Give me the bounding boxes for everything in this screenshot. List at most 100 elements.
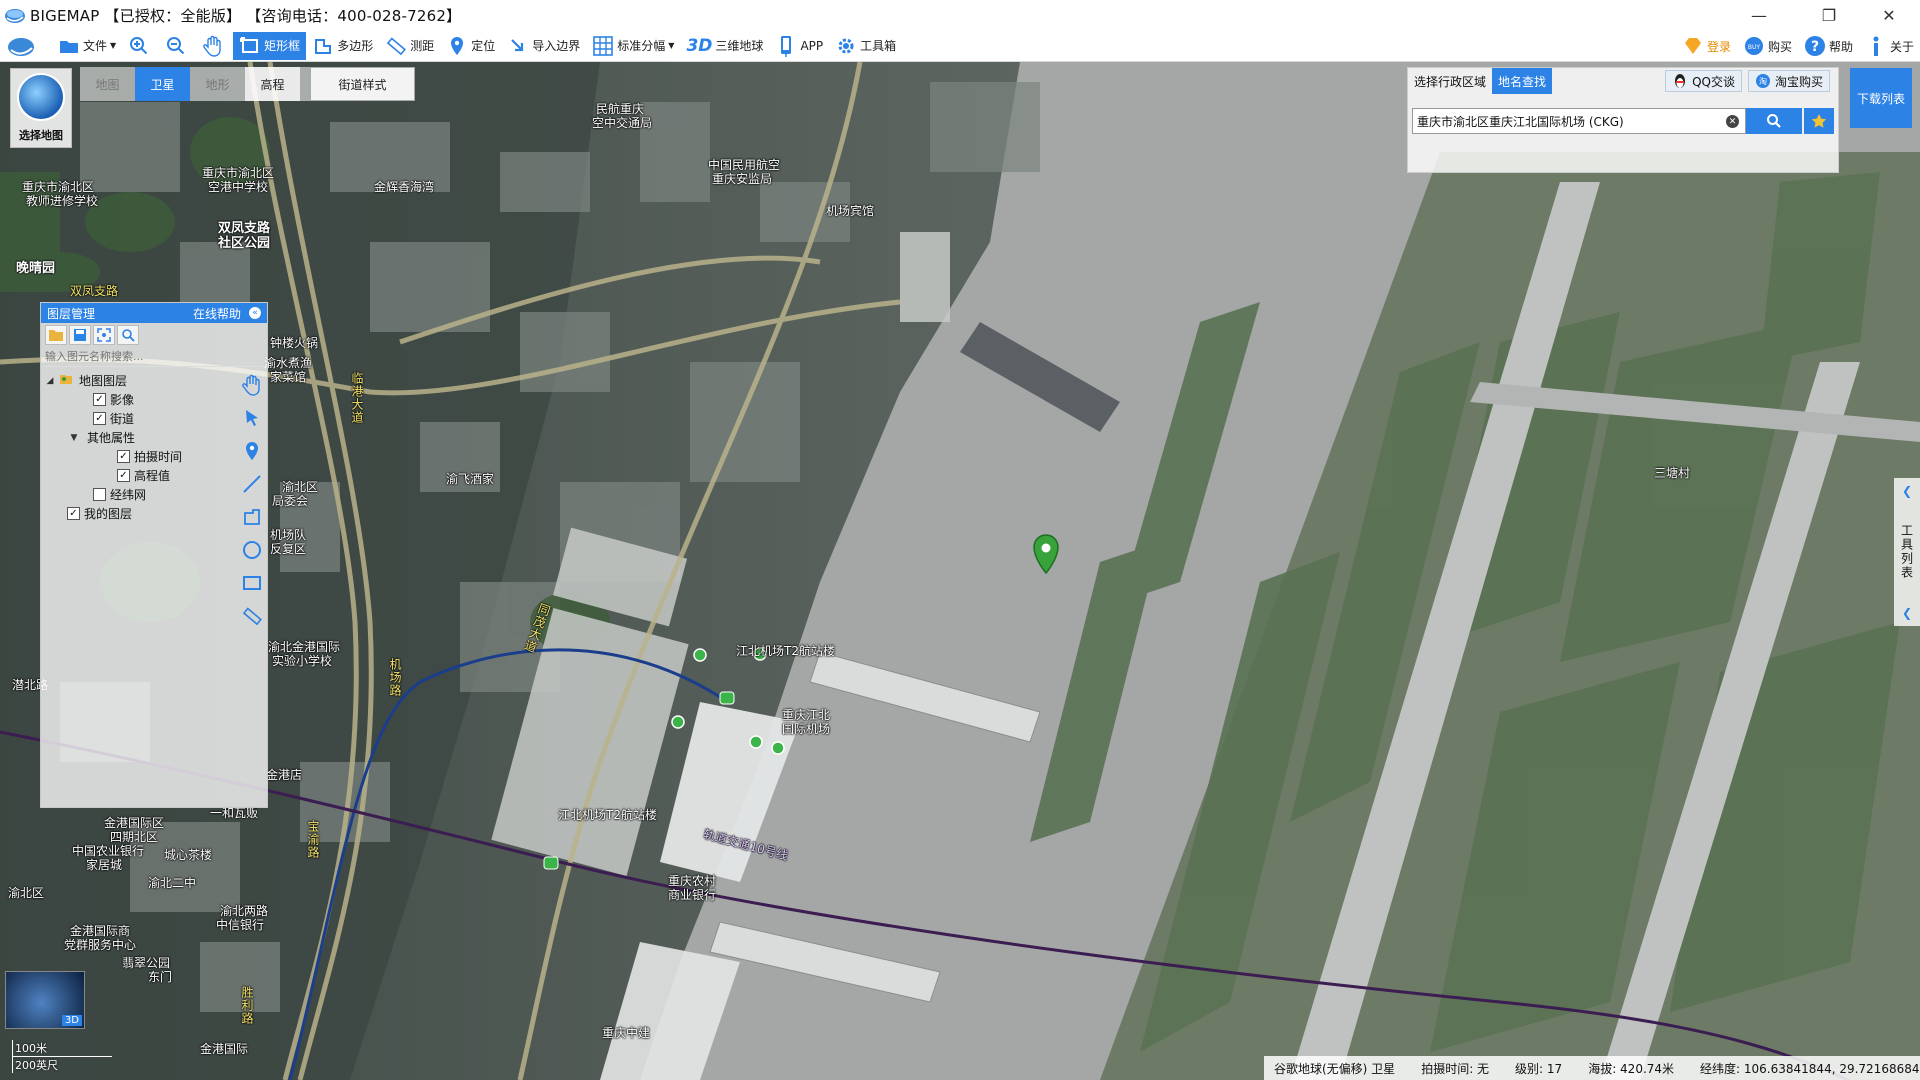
bigemap-cloud-icon[interactable] [0, 32, 52, 60]
file-menu[interactable]: 文件 ▼ [52, 32, 122, 60]
3d-globe-button[interactable]: 3D 三维地球 [680, 32, 769, 60]
line-icon[interactable] [240, 472, 264, 496]
map-label: 双凤支路 [70, 284, 119, 298]
polygon-icon[interactable] [240, 505, 264, 529]
minimize-button[interactable]: — [1736, 0, 1782, 30]
map-label: 实验小学校 [272, 654, 333, 668]
app-window: BIGEMAP 【已授权：全能版】 【咨询电话：400-028-7262】 — … [0, 0, 1920, 1080]
layer-search-input[interactable] [45, 350, 235, 363]
fit-extent-icon[interactable] [93, 325, 115, 345]
globe-icon [17, 73, 65, 121]
restore-button[interactable]: ❐ [1806, 0, 1852, 30]
tree-node-elevation[interactable]: ✓ 高程值 [41, 466, 236, 485]
collapse-arrow-icon[interactable]: ◢ [45, 376, 55, 386]
imagery-checkbox[interactable]: ✓ [93, 393, 106, 406]
favorite-button[interactable] [1804, 108, 1834, 134]
shot-time-checkbox[interactable]: ✓ [117, 450, 130, 463]
standard-sheet-button[interactable]: 标准分幅 ▼ [586, 32, 680, 60]
rectangle-select-button[interactable]: 矩形框 [233, 31, 307, 60]
tab-select-region[interactable]: 选择行政区域 [1408, 68, 1492, 94]
streets-checkbox[interactable]: ✓ [93, 412, 106, 425]
collapse-arrow-icon[interactable]: ▼ [69, 433, 79, 443]
minimap-3d-badge[interactable]: 3D [61, 1015, 82, 1026]
chevron-left-icon[interactable]: ❮ [1902, 484, 1912, 498]
tab-elevation[interactable]: 高程 [245, 67, 300, 101]
app-button[interactable]: APP [769, 32, 829, 60]
chevron-left-icon[interactable]: ❮ [1902, 606, 1912, 620]
select-map-button[interactable]: 选择地图 [10, 68, 72, 148]
zoom-in-button[interactable] [122, 32, 159, 60]
measure-button[interactable]: 测距 [379, 32, 440, 60]
info-icon [1865, 35, 1887, 57]
tree-node-my-layers[interactable]: ✓ 我的图层 [41, 504, 236, 523]
circle-icon[interactable] [240, 538, 264, 562]
tab-satellite[interactable]: 卫星 [135, 67, 190, 101]
map-canvas[interactable]: 重庆市渝北区 教师进修学校 重庆市渝北区 空港中学校 金辉香海湾 民航重庆 空中… [0, 62, 1920, 1080]
main-toolbar: 文件 ▼ 矩形框 多边形 测距 定位 导入边界 标准分幅 ▼ 3D 三维地球 A… [0, 30, 1920, 62]
hand-icon[interactable] [240, 373, 264, 397]
qq-chat-button[interactable]: QQ交谈 [1665, 70, 1742, 92]
my-layers-checkbox[interactable]: ✓ [67, 507, 80, 520]
map-label: 重庆市渝北区 [202, 166, 275, 180]
search-icon[interactable] [117, 325, 139, 345]
tab-terrain[interactable]: 地形 [190, 67, 245, 101]
drawing-tools [237, 371, 267, 671]
buy-button[interactable]: BUY 购买 [1737, 32, 1798, 60]
toolbox-button[interactable]: 工具箱 [829, 32, 902, 60]
download-list-button[interactable]: 下载列表 [1850, 68, 1912, 128]
graticule-checkbox[interactable] [93, 488, 106, 501]
about-button[interactable]: 关于 [1859, 32, 1920, 60]
scale-imperial: 200英尺 [12, 1057, 72, 1073]
close-button[interactable]: ✕ [1866, 0, 1912, 30]
scale-bar: 100米 200英尺 [12, 1040, 112, 1073]
map-label: 商业银行 [668, 888, 717, 902]
tab-place-search[interactable]: 地名查找 [1492, 68, 1553, 94]
save-icon[interactable] [69, 325, 91, 345]
status-elevation: 海拔: 420.74米 [1588, 1061, 1675, 1076]
ruler-icon[interactable] [240, 604, 264, 628]
3d-icon: 3D [686, 35, 713, 56]
help-button[interactable]: ? 帮助 [1798, 32, 1859, 60]
clear-icon[interactable]: ✕ [1726, 115, 1739, 128]
map-label: 渝北金港国际 [268, 640, 341, 654]
taobao-buy-button[interactable]: 淘 淘宝购买 [1747, 70, 1830, 92]
map-label: 局委会 [272, 494, 309, 508]
tool-list-sidebar[interactable]: ❮ 工具列表 ❮ [1894, 478, 1920, 626]
diamond-icon [1682, 35, 1704, 57]
online-help-link[interactable]: 在线帮助 [193, 305, 241, 322]
tree-node-graticule[interactable]: 经纬网 [41, 485, 236, 504]
elevation-checkbox[interactable]: ✓ [117, 469, 130, 482]
open-folder-icon[interactable] [45, 325, 67, 345]
marker-icon[interactable] [240, 439, 264, 463]
polygon-button[interactable]: 多边形 [306, 32, 379, 60]
status-shot-time: 拍摄时间: 无 [1421, 1061, 1490, 1076]
tree-node-shot-time[interactable]: ✓ 拍摄时间 [41, 447, 236, 466]
tree-node-map-layers[interactable]: ◢ 地图图层 [41, 371, 236, 390]
layers-folder-icon [59, 373, 75, 388]
tree-node-other-attributes[interactable]: ▼ 其他属性 [41, 428, 236, 447]
locate-button[interactable]: 定位 [440, 32, 501, 60]
folder-icon [58, 35, 80, 57]
login-button[interactable]: 登录 [1676, 32, 1737, 60]
collapse-icon[interactable]: « [249, 307, 261, 319]
tree-node-streets[interactable]: ✓ 街道 [41, 409, 236, 428]
pan-button[interactable] [196, 32, 233, 60]
map-label: 金辉香海湾 [374, 180, 435, 194]
street-style-button[interactable]: 街道样式 [310, 67, 415, 101]
map-label: 中国民用航空 [708, 158, 781, 172]
import-boundary-button[interactable]: 导入边界 [501, 32, 586, 60]
import-arrow-icon [507, 35, 529, 57]
pointer-icon[interactable] [240, 406, 264, 430]
tree-node-imagery[interactable]: ✓ 影像 [41, 390, 236, 409]
map-label: 重庆中建 [602, 1026, 651, 1040]
place-search-input[interactable]: 重庆市渝北区重庆江北国际机场 (CKG) ✕ [1412, 108, 1746, 134]
map-label: 社区公园 [218, 236, 271, 251]
search-icon [1767, 114, 1781, 128]
tab-map[interactable]: 地图 [80, 67, 135, 101]
buy-badge-icon: BUY [1743, 35, 1765, 57]
overview-minimap[interactable]: 3D [5, 971, 85, 1029]
rectangle-icon[interactable] [240, 571, 264, 595]
map-label: 家居城 [86, 858, 123, 872]
search-button[interactable] [1746, 108, 1802, 134]
zoom-out-button[interactable] [159, 32, 196, 60]
